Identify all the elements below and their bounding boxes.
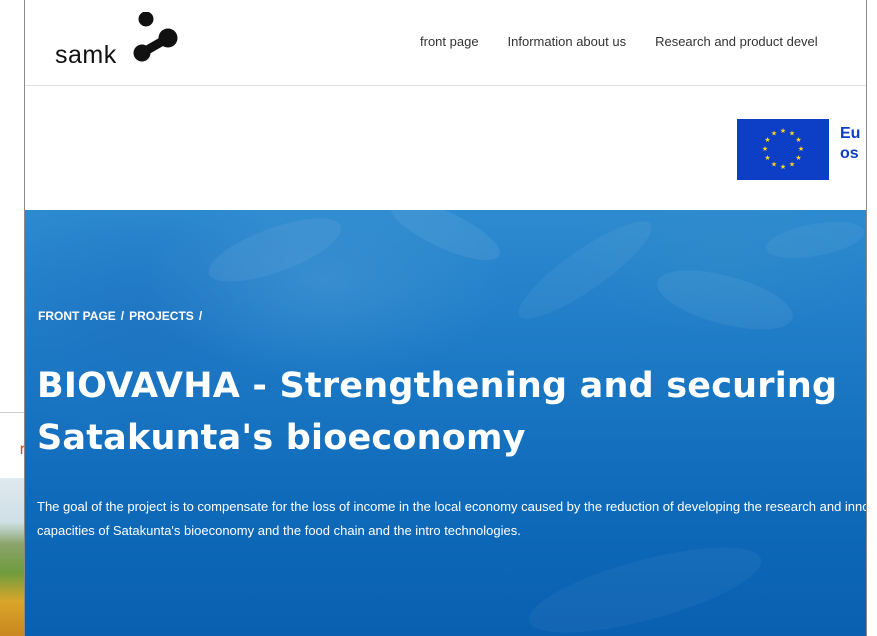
svg-text:★: ★ — [789, 130, 795, 138]
svg-text:★: ★ — [771, 130, 777, 138]
eu-funding-text: Eu os — [840, 124, 860, 164]
nav-front-page[interactable]: front page — [420, 34, 479, 49]
main-nav: front page Information about us Research… — [420, 34, 847, 49]
nav-information-about-us[interactable]: Information about us — [508, 34, 627, 49]
nav-research-and-product-development[interactable]: Research and product devel — [655, 34, 818, 49]
samk-logo[interactable]: samk — [55, 12, 195, 74]
eu-funding-banner: ★ ★ ★ ★ ★ ★ ★ ★ ★ ★ ★ ★ Eu os — [25, 86, 866, 210]
svg-text:★: ★ — [798, 145, 804, 153]
breadcrumb-front-page[interactable]: FRONT PAGE — [38, 309, 116, 323]
svg-text:★: ★ — [762, 145, 768, 153]
breadcrumb: FRONT PAGE / PROJECTS / — [38, 309, 207, 323]
project-description: The goal of the project is to compensate… — [37, 499, 866, 538]
breadcrumb-projects[interactable]: PROJECTS — [129, 309, 194, 323]
breadcrumb-separator: / — [198, 309, 203, 323]
eu-flag-icon: ★ ★ ★ ★ ★ ★ ★ ★ ★ ★ ★ ★ — [737, 119, 829, 180]
svg-text:★: ★ — [789, 161, 795, 169]
page-title: BIOVAVHA - Strengthening and securing Sa… — [37, 366, 838, 458]
breadcrumb-separator: / — [120, 309, 125, 323]
eu-text-line-1: Eu — [840, 125, 861, 142]
project-hero: FRONT PAGE / PROJECTS / BIOVAVHA - Strength… — [25, 210, 866, 636]
logo-mark-icon — [133, 12, 178, 62]
svg-text:★: ★ — [795, 154, 801, 162]
svg-text:★: ★ — [764, 136, 770, 144]
svg-text:★: ★ — [771, 161, 777, 169]
svg-text:★: ★ — [795, 136, 801, 144]
logo-text: samk — [55, 41, 117, 69]
site-header: samk front page Information about us Res… — [25, 0, 866, 86]
eu-text-line-2: os — [840, 145, 859, 162]
svg-text:★: ★ — [780, 127, 786, 135]
svg-text:★: ★ — [764, 154, 770, 162]
browser-page: samk front page Information about us Res… — [24, 0, 867, 636]
svg-text:★: ★ — [780, 163, 786, 171]
